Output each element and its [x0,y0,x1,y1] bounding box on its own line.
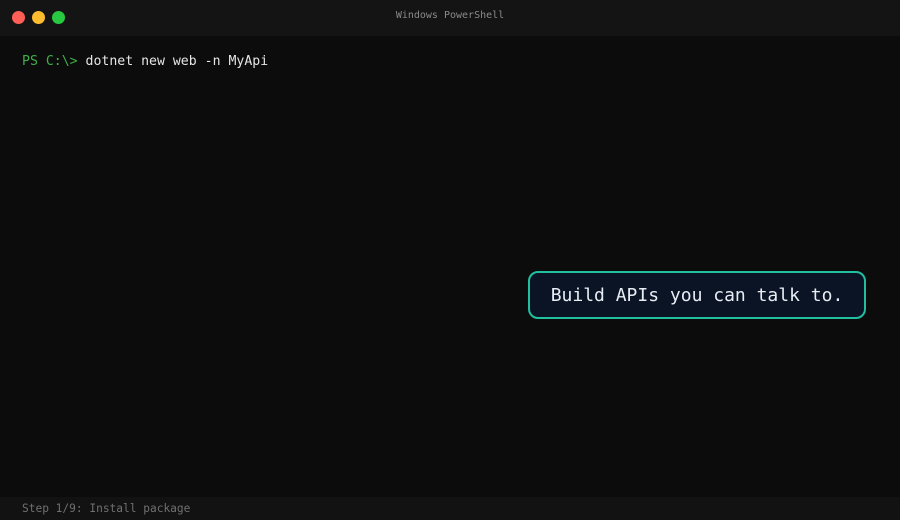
status-bar: Step 1/9: Install package [0,497,900,520]
command-text: dotnet new web -n MyApi [85,54,269,69]
prompt: PS C:\> [22,54,78,69]
terminal-line: PS C:\> dotnet new web -n MyApi [22,54,268,69]
callout-caption: Build APIs you can talk to. [528,271,866,319]
window-title: Windows PowerShell [395,10,505,21]
callout-text: Build APIs you can talk to. [550,284,844,306]
title-bar: Windows PowerShell [0,0,900,36]
status-text: Step 1/9: Install package [22,502,191,515]
